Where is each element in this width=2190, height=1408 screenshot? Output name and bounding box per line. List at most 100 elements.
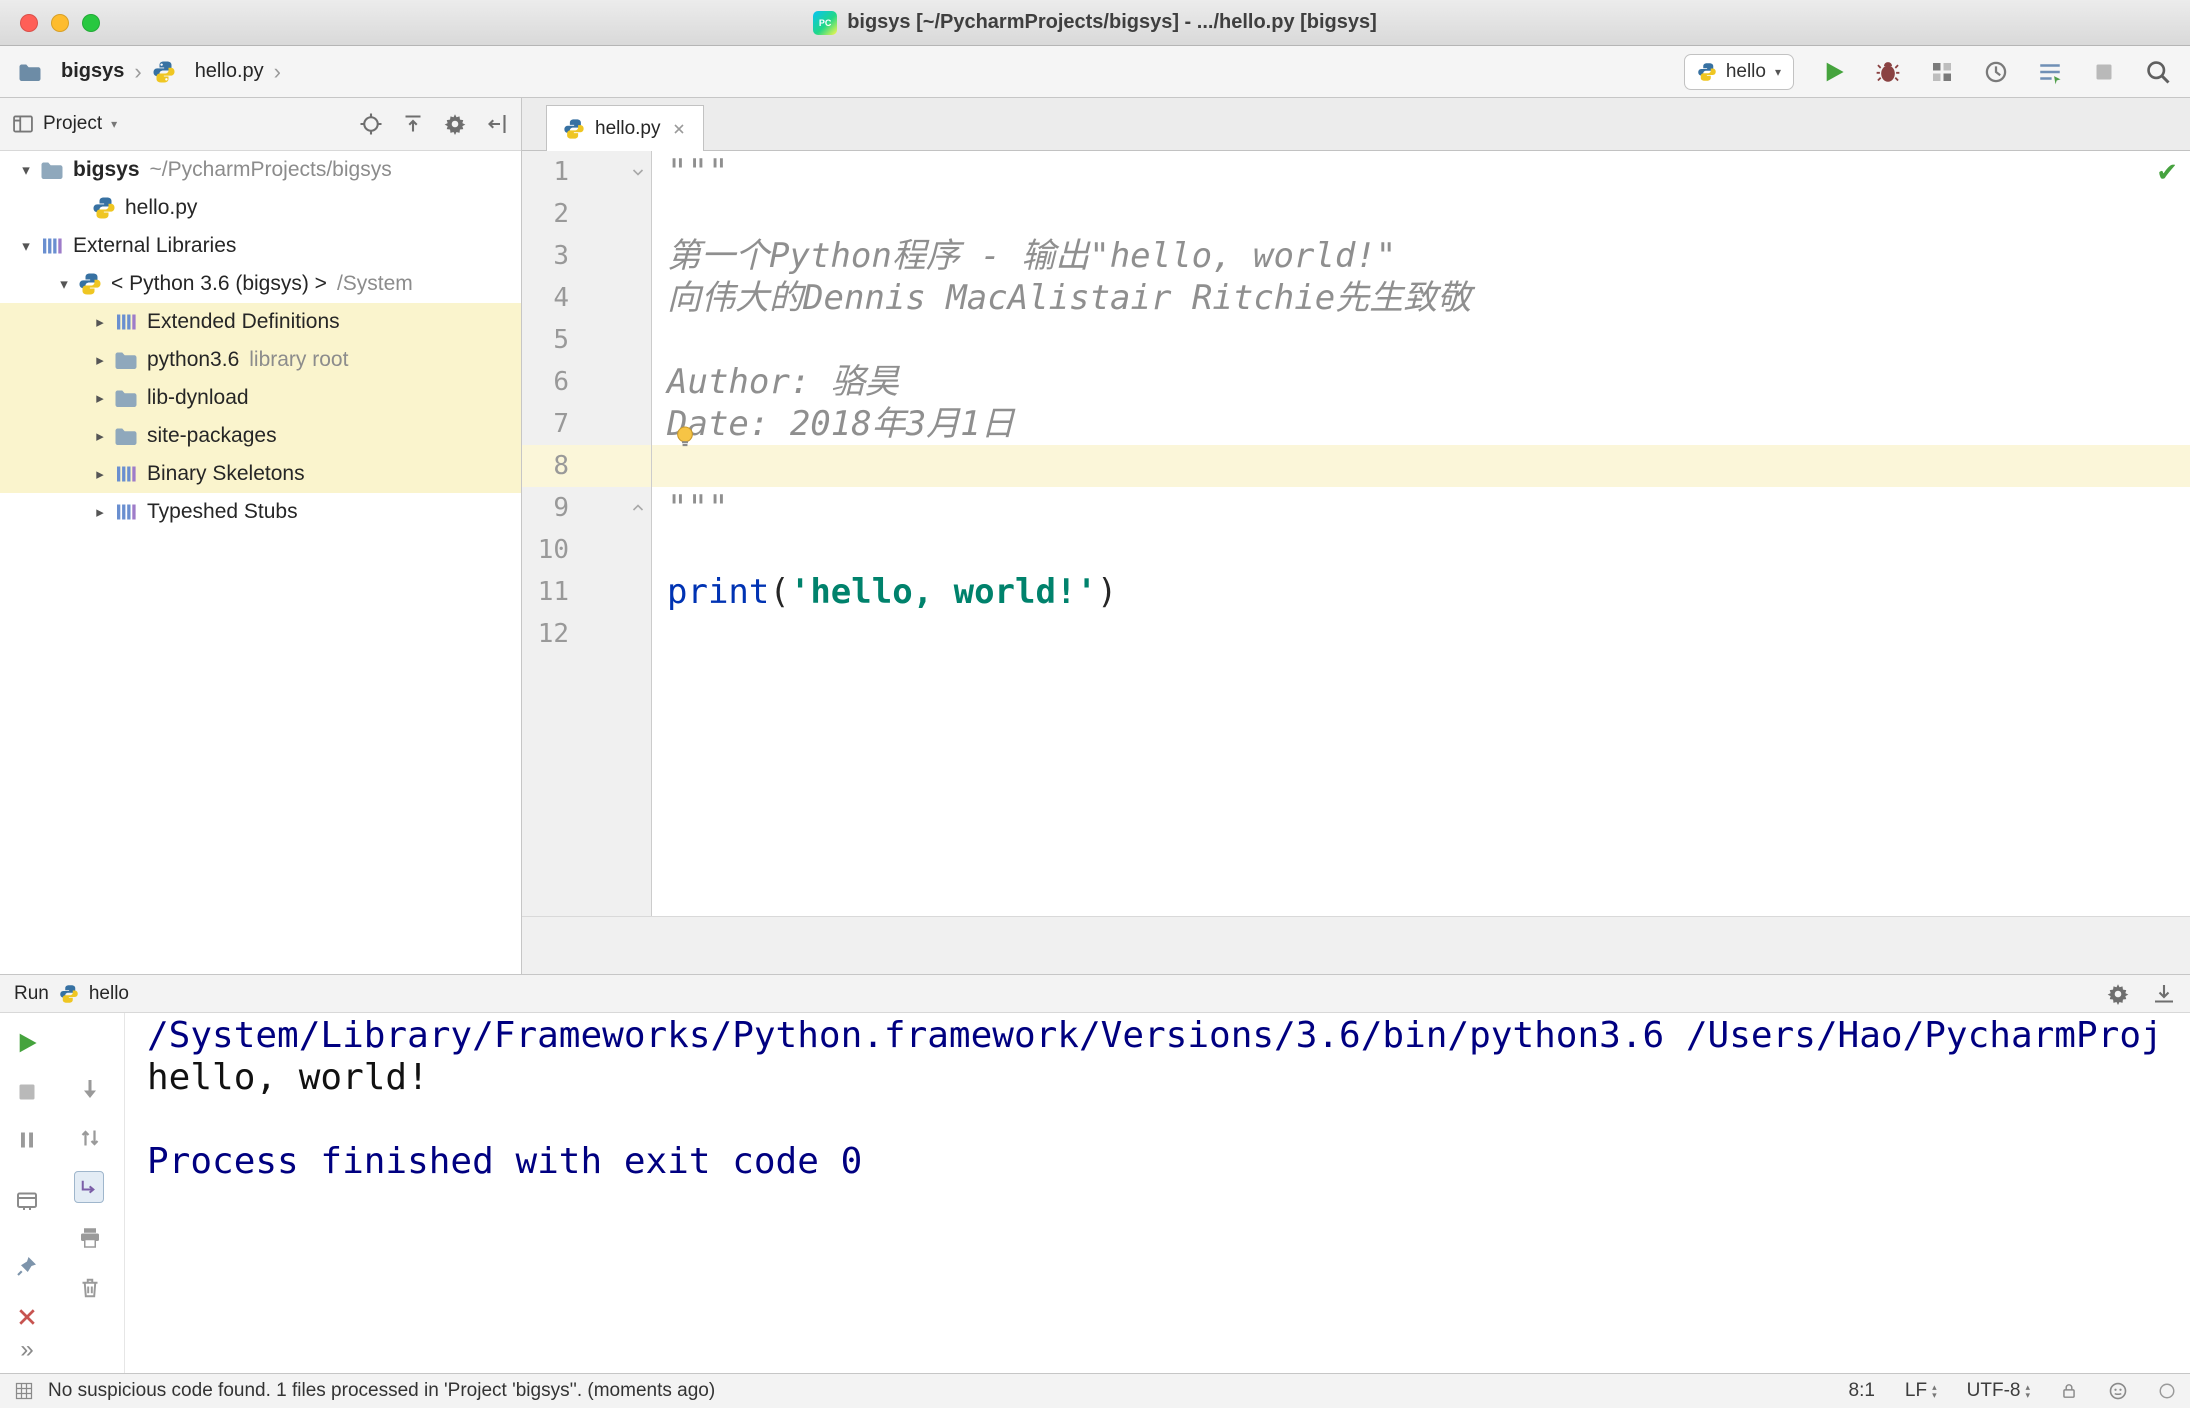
pause-output-button[interactable]	[12, 1125, 42, 1155]
readonly-lock-icon[interactable]	[2060, 1382, 2078, 1400]
tree-item-label: bigsys	[73, 158, 140, 181]
close-button[interactable]	[20, 14, 38, 32]
expand-arrow-icon[interactable]: ▸	[86, 389, 114, 407]
navigation-bar: bigsys › hello.py › hello ▾	[0, 46, 2190, 98]
caret-position-widget[interactable]: 8:1	[1849, 1380, 1875, 1402]
more-actions-button[interactable]: »	[12, 1335, 42, 1365]
settings-gear-icon[interactable]	[2106, 982, 2130, 1006]
settings-gear-icon[interactable]	[443, 112, 467, 136]
minimize-button[interactable]	[51, 14, 69, 32]
hide-panel-icon[interactable]	[485, 112, 509, 136]
tree-item-python36[interactable]: ▸ python3.6 library root	[0, 341, 521, 379]
editor-tab-bar: hello.py	[522, 98, 2190, 151]
collapse-all-icon[interactable]	[401, 112, 425, 136]
tree-item-label: External Libraries	[73, 234, 237, 257]
tree-item-external-libraries[interactable]: ▾ External Libraries	[0, 227, 521, 265]
run-tab-label[interactable]: hello	[89, 983, 129, 1005]
tree-item-detail: ~/PycharmProjects/bigsys	[149, 158, 392, 181]
expand-arrow-icon[interactable]: ▾	[12, 237, 40, 255]
scroll-down-button[interactable]	[75, 1074, 105, 1104]
tree-item-lib-dynload[interactable]: ▸ lib-dynload	[0, 379, 521, 417]
tree-item-python-sdk[interactable]: ▾ < Python 3.6 (bigsys) > /System	[0, 265, 521, 303]
tree-item-label: < Python 3.6 (bigsys) >	[111, 272, 327, 295]
execution-point-button[interactable]	[2036, 58, 2064, 86]
tree-item-bigsys[interactable]: ▾ bigsys ~/PycharmProjects/bigsys	[0, 151, 521, 189]
tab-label: hello.py	[595, 117, 661, 139]
line-number: 6	[553, 367, 569, 397]
tree-item-extended-definitions[interactable]: ▸ Extended Definitions	[0, 303, 521, 341]
tree-item-label: site-packages	[147, 424, 277, 447]
project-view-icon	[12, 113, 34, 135]
expand-arrow-icon[interactable]: ▸	[86, 427, 114, 445]
breadcrumb: bigsys › hello.py ›	[18, 59, 281, 85]
line-number: 2	[553, 199, 569, 229]
editor-gutter: 1 2 3 4 5 6 7 8 9 10 11 12	[522, 151, 652, 916]
code-line: """	[667, 152, 729, 192]
locate-file-icon[interactable]	[359, 112, 383, 136]
tree-item-label: lib-dynload	[147, 386, 249, 409]
run-panel-header: Run hello	[0, 975, 2190, 1013]
stop-button[interactable]	[2090, 58, 2118, 86]
expand-arrow-icon[interactable]: ▾	[50, 275, 78, 293]
tree-item-site-packages[interactable]: ▸ site-packages	[0, 417, 521, 455]
project-panel-title[interactable]: Project	[43, 113, 102, 135]
editor-body: 1 2 3 4 5 6 7 8 9 10 11 12 """ 第一个Python…	[522, 151, 2190, 916]
tree-item-label: Typeshed Stubs	[147, 500, 298, 523]
run-configuration-name: hello	[1725, 60, 1766, 82]
expand-arrow-icon[interactable]: ▸	[86, 503, 114, 521]
folder-icon	[114, 424, 138, 448]
run-button[interactable]	[1820, 58, 1848, 86]
pin-tab-button[interactable]	[12, 1251, 42, 1281]
tree-item-typeshed-stubs[interactable]: ▸ Typeshed Stubs	[0, 493, 521, 531]
print-button[interactable]	[75, 1223, 105, 1253]
notification-circle-icon[interactable]	[2158, 1382, 2176, 1400]
expand-arrow-icon[interactable]: ▸	[86, 351, 114, 369]
run-configuration-select[interactable]: hello ▾	[1683, 53, 1794, 90]
fold-region-start-icon[interactable]	[630, 164, 646, 180]
tree-item-binary-skeletons[interactable]: ▸ Binary Skeletons	[0, 455, 521, 493]
restore-layout-button[interactable]	[12, 1186, 42, 1216]
rerun-button[interactable]	[12, 1028, 42, 1058]
soft-wrap-toggle-button[interactable]	[74, 1171, 104, 1203]
chevron-down-icon[interactable]: ▾	[111, 117, 117, 131]
encoding-widget[interactable]: UTF-8 ▴ ▾	[1967, 1380, 2030, 1402]
breadcrumb-file[interactable]: hello.py	[195, 60, 264, 83]
console-output[interactable]: /System/Library/Frameworks/Python.framew…	[124, 1013, 2190, 1373]
intention-bulb-icon[interactable]	[671, 423, 699, 451]
run-panel-title[interactable]: Run	[14, 983, 49, 1005]
tree-item-hello-py[interactable]: hello.py	[0, 189, 521, 227]
stacktrace-navigation-button[interactable]	[75, 1123, 105, 1153]
line-number: 12	[537, 619, 569, 649]
coverage-button[interactable]	[1928, 58, 1956, 86]
close-panel-button[interactable]	[12, 1302, 42, 1332]
chevron-updown-icon: ▴ ▾	[2025, 1382, 2030, 1400]
tab-hello-py[interactable]: hello.py	[546, 105, 704, 151]
chevron-down-icon: ▾	[1774, 64, 1781, 79]
zoom-button[interactable]	[82, 14, 100, 32]
code-line: 第一个Python程序 - 输出"hello, world!"	[667, 236, 1397, 276]
statusbar-toolwindow-icon[interactable]	[14, 1381, 34, 1401]
project-tool-window: Project ▾ ▾ bigsys ~/PycharmProjects/big…	[0, 98, 522, 974]
expand-arrow-icon[interactable]: ▸	[86, 313, 114, 331]
inspection-profile-icon[interactable]	[2108, 1381, 2128, 1401]
code-line: """	[667, 488, 729, 528]
code-area[interactable]: """ 第一个Python程序 - 输出"hello, world!" 向伟大的…	[653, 151, 2190, 916]
stop-button[interactable]	[12, 1077, 42, 1107]
debug-button[interactable]	[1874, 58, 1902, 86]
hide-panel-icon[interactable]	[2152, 982, 2176, 1006]
python-file-icon	[152, 60, 176, 84]
expand-arrow-icon[interactable]: ▸	[86, 465, 114, 483]
line-number: 10	[537, 535, 569, 565]
breadcrumb-project[interactable]: bigsys	[61, 60, 124, 83]
window-controls	[20, 14, 100, 32]
clear-console-button[interactable]	[75, 1273, 105, 1303]
close-tab-icon[interactable]	[671, 121, 687, 137]
search-everywhere-button[interactable]	[2144, 58, 2172, 86]
fold-region-end-icon[interactable]	[630, 500, 646, 516]
expand-arrow-icon[interactable]: ▾	[12, 161, 40, 179]
line-separator-widget[interactable]: LF ▴ ▾	[1905, 1380, 1937, 1402]
inspections-ok-icon[interactable]: ✔	[2156, 157, 2178, 188]
profiler-button[interactable]	[1982, 58, 2010, 86]
